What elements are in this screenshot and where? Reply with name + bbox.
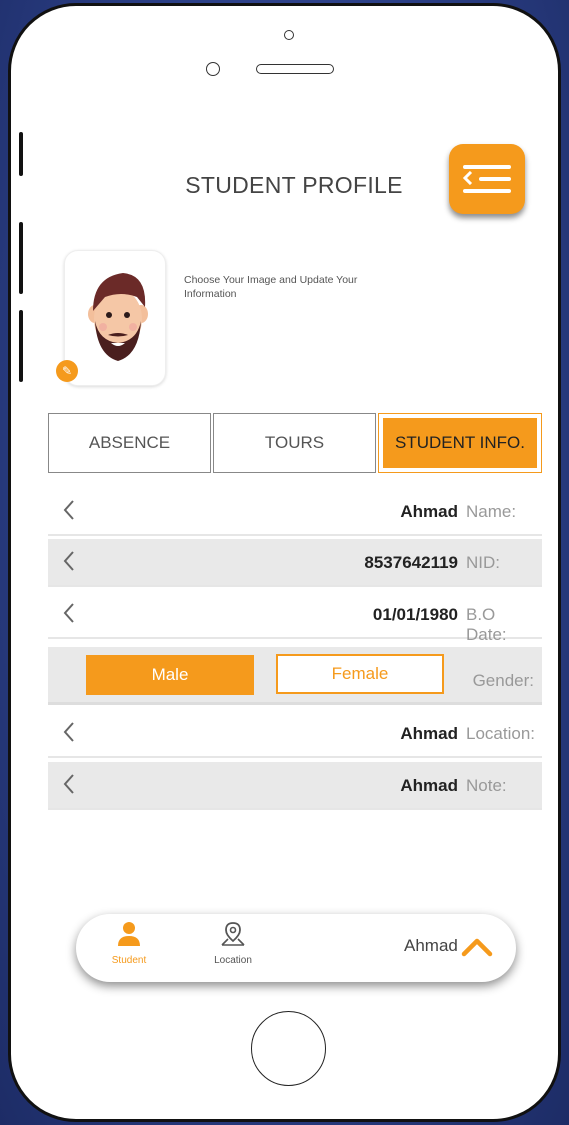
menu-icon-line [463, 189, 511, 193]
bottom-nav: Student Location Ahmad [76, 914, 516, 982]
tab-tours[interactable]: TOURS [213, 413, 376, 473]
map-pin-icon [221, 922, 245, 946]
gender-female-button[interactable]: Female [276, 654, 444, 694]
edit-image-icon[interactable]: ✎ [56, 360, 78, 382]
tab-absence[interactable]: ABSENCE [48, 413, 211, 473]
field-label: Name: [466, 502, 517, 521]
field-row-location[interactable]: Ahmad Location: [48, 710, 542, 758]
phone-silent-switch [19, 132, 23, 176]
field-row-note[interactable]: Ahmad Note: [48, 762, 542, 810]
student-icon [118, 922, 140, 946]
page-title: STUDENT PROFILE [185, 172, 403, 198]
avatar[interactable] [64, 250, 166, 386]
tab-absence-label: ABSENCE [88, 433, 171, 452]
field-value: Ahmad [400, 502, 458, 521]
profile-hint: Choose Your Image and Update Your Inform… [184, 274, 358, 300]
tab-student-info-label: STUDENT INFO. [383, 418, 537, 468]
chevron-up-icon[interactable] [460, 936, 494, 958]
phone-home-button[interactable] [251, 1011, 326, 1086]
phone-volume-up [19, 222, 23, 294]
field-value: 01/01/1980 [372, 605, 458, 624]
field-row-name[interactable]: Ahmad Name: [48, 488, 542, 536]
gender-row: Male Female Gender: [48, 647, 542, 705]
field-label: B.O Date: [466, 605, 507, 644]
chevron-left-icon [63, 722, 74, 742]
nav-student[interactable]: Student [94, 920, 164, 966]
nav-user-name: Ahmad [404, 936, 458, 955]
tab-student-info[interactable]: STUDENT INFO. [378, 413, 542, 473]
field-label: NID: [466, 553, 500, 572]
menu-icon [463, 165, 511, 169]
field-label: Location: [466, 724, 535, 743]
field-value: Ahmad [400, 776, 458, 795]
menu-button[interactable] [449, 144, 525, 214]
nav-location[interactable]: Location [198, 920, 268, 966]
gender-male-button[interactable]: Male [86, 655, 254, 695]
tab-tours-label: TOURS [264, 433, 325, 452]
phone-camera [284, 30, 294, 40]
menu-icon-line [479, 177, 511, 181]
nav-student-label: Student [111, 955, 147, 966]
student-avatar-icon [88, 273, 148, 361]
chevron-left-icon [63, 603, 74, 623]
field-value: 8537642119 [364, 553, 458, 572]
phone-volume-down [19, 310, 23, 382]
field-row-nid[interactable]: 8537642119 NID: [48, 539, 542, 587]
field-value: Ahmad [400, 724, 458, 743]
app-screen: STUDENT PROFILE ✎ Choose Your Image and … [44, 128, 543, 1001]
gender-label: Gender: [472, 671, 534, 690]
phone-sensor [206, 62, 220, 76]
field-label: Note: [466, 776, 507, 795]
chevron-left-icon [63, 551, 74, 571]
chevron-left-icon [63, 500, 74, 520]
field-row-birth-date[interactable]: 01/01/1980 B.O Date: [48, 591, 542, 644]
menu-arrow-icon [463, 171, 473, 185]
nav-location-label: Location [214, 955, 252, 966]
phone-speaker [256, 64, 334, 74]
chevron-left-icon [63, 774, 74, 794]
